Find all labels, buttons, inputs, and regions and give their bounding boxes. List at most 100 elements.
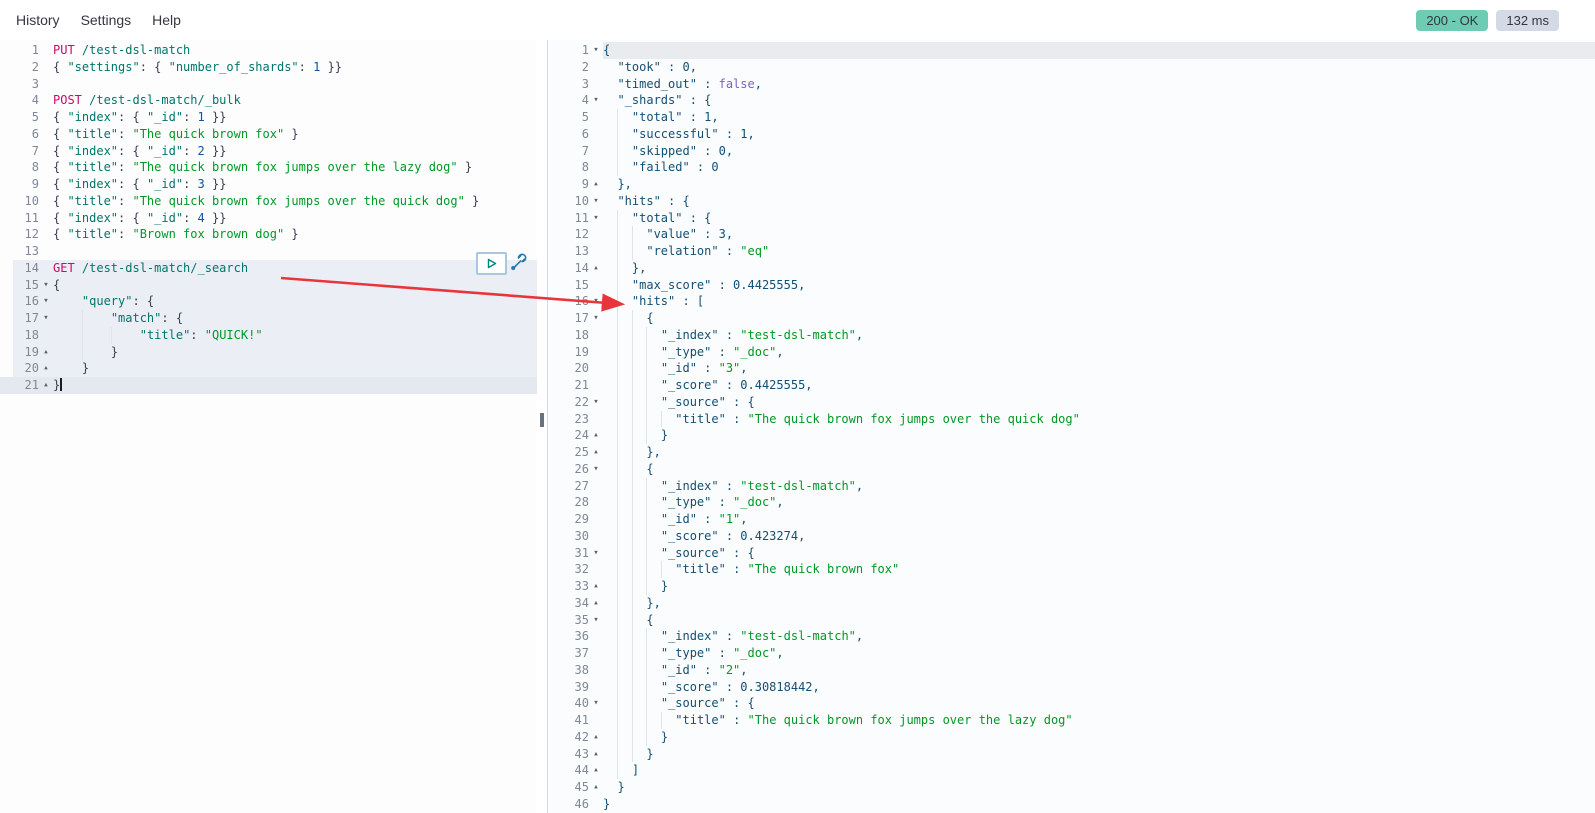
code-text: "title": "QUICK!" (53, 327, 537, 344)
fold-toggle-icon[interactable]: ▴ (589, 578, 603, 595)
request-options-button[interactable] (508, 252, 528, 274)
fold-toggle-icon[interactable]: ▾ (589, 210, 603, 227)
code-token: { (53, 160, 67, 174)
code-token: "title" (140, 328, 191, 342)
code-token: : (299, 60, 313, 74)
code-text: }, (603, 595, 1595, 612)
menu-history[interactable]: History (16, 12, 60, 28)
fold-gutter (589, 494, 603, 511)
code-text: } (603, 427, 1595, 444)
code-line[interactable]: 19▴} (0, 344, 537, 361)
code-line[interactable]: 15▾{ (0, 277, 537, 294)
code-token: "title" (67, 127, 118, 141)
code-token: , (740, 512, 747, 526)
code-token: "test-dsl-match" (740, 328, 856, 342)
fold-gutter (589, 478, 603, 495)
code-line[interactable]: 17▾"match": { (0, 310, 537, 327)
indent-guide (603, 578, 617, 595)
code-line[interactable]: 5{ "index": { "_id": 1 }} (0, 109, 537, 126)
fold-toggle-icon[interactable]: ▴ (589, 260, 603, 277)
fold-toggle-icon[interactable]: ▾ (39, 277, 53, 294)
fold-toggle-icon[interactable]: ▴ (589, 729, 603, 746)
fold-toggle-icon[interactable]: ▴ (589, 746, 603, 763)
fold-toggle-icon[interactable]: ▴ (589, 762, 603, 779)
fold-toggle-icon[interactable]: ▾ (39, 293, 53, 310)
fold-toggle-icon[interactable]: ▾ (589, 695, 603, 712)
fold-toggle-icon[interactable]: ▾ (589, 42, 603, 59)
code-line[interactable]: 18 "title": "QUICK!" (0, 327, 537, 344)
code-line[interactable]: 3 (0, 76, 537, 93)
fold-toggle-icon[interactable]: ▴ (589, 444, 603, 461)
code-token: }} (205, 211, 227, 225)
fold-toggle-icon[interactable]: ▾ (589, 545, 603, 562)
code-line[interactable]: 12{ "title": "Brown fox brown dog" } (0, 226, 537, 243)
code-line[interactable]: 20▴} (0, 360, 537, 377)
send-request-button[interactable] (476, 252, 507, 275)
indent-guide (632, 712, 646, 729)
annotation-gutter (0, 377, 13, 394)
annotation-gutter (0, 277, 13, 294)
code-line[interactable]: 8{ "title": "The quick brown fox jumps o… (0, 159, 537, 176)
code-line[interactable]: 4POST /test-dsl-match/_bulk (0, 92, 537, 109)
code-line: 21"_score" : 0.4425555, (548, 377, 1595, 394)
code-token: "skipped" : 0, (632, 144, 733, 158)
fold-toggle-icon[interactable]: ▾ (589, 612, 603, 629)
fold-toggle-icon[interactable]: ▴ (589, 176, 603, 193)
fold-toggle-icon[interactable]: ▾ (589, 92, 603, 109)
code-token: { (53, 60, 67, 74)
indent-guide (632, 729, 646, 746)
code-token: "_shards" : { (617, 93, 711, 107)
fold-toggle-icon[interactable]: ▴ (39, 344, 53, 361)
annotation-gutter (0, 210, 13, 227)
code-line[interactable]: 13 (0, 243, 537, 260)
fold-toggle-icon[interactable]: ▴ (589, 595, 603, 612)
line-number: 10 (548, 193, 589, 210)
fold-toggle-icon[interactable]: ▾ (39, 310, 53, 327)
indent-guide (632, 411, 646, 428)
panel-divider[interactable] (537, 40, 547, 813)
indent-guide (632, 662, 646, 679)
code-line[interactable]: 21▴} (0, 377, 537, 394)
indent-guide (603, 511, 617, 528)
code-line: 17▾{ (548, 310, 1595, 327)
code-line[interactable]: 11{ "index": { "_id": 4 }} (0, 210, 537, 227)
code-text: "_score" : 0.30818442, (603, 679, 1595, 696)
code-line[interactable]: 2{ "settings": { "number_of_shards": 1 }… (0, 59, 537, 76)
fold-toggle-icon[interactable]: ▾ (589, 394, 603, 411)
code-line[interactable]: 6{ "title": "The quick brown fox" } (0, 126, 537, 143)
fold-toggle-icon[interactable]: ▴ (39, 360, 53, 377)
indent-guide (632, 628, 646, 645)
code-line[interactable]: 9{ "index": { "_id": 3 }} (0, 176, 537, 193)
code-line[interactable]: 14GET /test-dsl-match/_search (0, 260, 537, 277)
menu-help[interactable]: Help (152, 12, 181, 28)
code-token: "_doc" (733, 345, 776, 359)
code-line[interactable]: 16▾"query": { (0, 293, 537, 310)
fold-toggle-icon[interactable]: ▴ (589, 779, 603, 796)
fold-toggle-icon[interactable]: ▾ (589, 461, 603, 478)
divider-handle-icon[interactable] (540, 413, 544, 427)
fold-toggle-icon[interactable]: ▴ (39, 377, 53, 394)
request-editor-panel[interactable]: 1PUT /test-dsl-match2{ "settings": { "nu… (0, 40, 537, 813)
code-token: "3" (719, 361, 741, 375)
code-token: "_id" : (661, 361, 719, 375)
line-number: 38 (548, 662, 589, 679)
fold-toggle-icon[interactable]: ▾ (589, 310, 603, 327)
line-number: 5 (13, 109, 39, 126)
menu-settings[interactable]: Settings (81, 12, 132, 28)
code-line[interactable]: 7{ "index": { "_id": 2 }} (0, 143, 537, 160)
line-number: 26 (548, 461, 589, 478)
indent-guide (603, 645, 617, 662)
code-line[interactable]: 1PUT /test-dsl-match (0, 42, 537, 59)
code-line[interactable]: 10{ "title": "The quick brown fox jumps … (0, 193, 537, 210)
fold-gutter (589, 226, 603, 243)
line-number: 4 (13, 92, 39, 109)
annotation-gutter (0, 92, 13, 109)
indent-guide (82, 344, 111, 361)
fold-toggle-icon[interactable]: ▾ (589, 193, 603, 210)
indent-guide (646, 679, 660, 696)
line-number: 21 (13, 377, 39, 394)
fold-toggle-icon[interactable]: ▾ (589, 293, 603, 310)
fold-gutter (589, 109, 603, 126)
line-number: 18 (13, 327, 39, 344)
fold-toggle-icon[interactable]: ▴ (589, 427, 603, 444)
